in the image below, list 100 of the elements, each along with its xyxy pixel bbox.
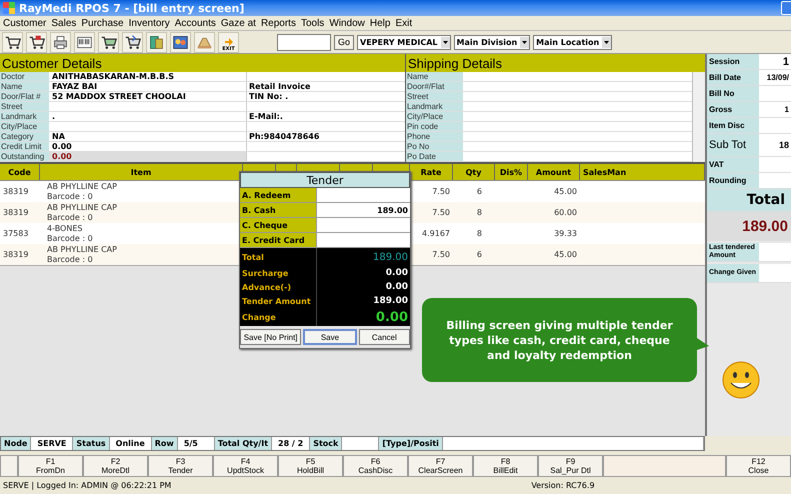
field-value: TIN No: .: [248, 92, 290, 101]
function-key-button[interactable]: F4 UpdtStock: [213, 455, 278, 477]
field-label: Name: [406, 72, 463, 81]
tender-label: A. Redeem: [240, 188, 317, 202]
column-header: Code: [0, 164, 40, 180]
toolbar-button[interactable]: [74, 32, 95, 52]
tender-input[interactable]: [317, 233, 410, 247]
function-key-button[interactable]: F7 ClearScreen: [408, 455, 473, 477]
arrow-icon: [224, 38, 234, 46]
field-label: City/Place: [0, 122, 49, 131]
callout-text: Billing screen giving multiple tender types like cash, credit card, cheque and loyalty redemption: [445, 318, 674, 362]
dialog-button[interactable]: Save [No Print]: [240, 329, 302, 345]
dropdown[interactable]: Main Division: [454, 34, 530, 50]
function-key-button[interactable]: F2 MoreDtl: [83, 455, 148, 477]
field-value: 0.00: [49, 152, 247, 161]
field-label: Door/Flat #: [0, 92, 49, 101]
table-cell-text: 38319: [2, 186, 30, 198]
menu-item[interactable]: Help: [368, 18, 394, 28]
toolbar-button[interactable]: [170, 32, 191, 52]
toolbar-button[interactable]: [26, 32, 47, 52]
field-label: Pin code: [406, 122, 463, 131]
status-label: Status: [73, 437, 110, 450]
section-header: Customer Details: [0, 54, 405, 72]
scrollbar[interactable]: [692, 72, 705, 162]
menu-item[interactable]: Customer: [2, 18, 50, 28]
total-value: 189.00: [372, 295, 409, 308]
summary-label: Sub Tot: [707, 134, 759, 156]
field-label: Doctor: [0, 72, 49, 81]
toolbar-button[interactable]: [122, 32, 143, 52]
tender-input[interactable]: [317, 188, 410, 202]
total-value: 189.00: [372, 250, 409, 264]
total-value: 0.00: [384, 267, 409, 280]
item-cell-text: AB PHYLLINE CAP Barcode : 0: [46, 244, 118, 265]
tender-input[interactable]: 189.00: [317, 203, 410, 217]
field-value: ANITHABASKARAN-M.B.B.S: [49, 72, 247, 81]
table-cell-text: 45.00: [553, 249, 578, 261]
table-cell-text: 7.50: [431, 207, 451, 219]
total-label: Surcharge: [240, 266, 317, 280]
dropdown[interactable]: VEPERY MEDICAL: [357, 34, 451, 50]
minimize-button[interactable]: [781, 1, 791, 15]
dropdown[interactable]: Main Location: [533, 34, 612, 50]
field-value: Retail Invoice: [248, 82, 312, 91]
total-label: Advance(-): [240, 280, 317, 294]
menu-item[interactable]: Window: [328, 18, 369, 28]
table-cell-text: 8: [476, 207, 483, 219]
menu-item[interactable]: Exit: [394, 18, 416, 28]
table-cell-text: 39.33: [553, 228, 578, 240]
field-value: 52 MADDOX STREET CHOOLAI: [49, 92, 247, 101]
field-value: NA: [49, 132, 247, 141]
table-cell-text: 7.50: [431, 249, 451, 261]
go-button[interactable]: Go: [334, 34, 354, 50]
menu-item[interactable]: Sales: [50, 18, 80, 28]
menu-item[interactable]: Gaze at: [220, 18, 260, 28]
value-field: [759, 243, 791, 261]
summary-value: 18: [759, 134, 791, 156]
function-key-button[interactable]: F6 CashDisc: [343, 455, 408, 477]
total-value: 0.00: [384, 281, 409, 294]
function-key-button[interactable]: F8 BillEdit: [473, 455, 538, 477]
toolbar-button[interactable]: [50, 32, 71, 52]
item-cell-text: AB PHYLLINE CAP Barcode : 0: [46, 202, 118, 223]
total-amount: 189.00: [707, 211, 791, 241]
field-label: Po Date: [406, 152, 463, 161]
toolbar-button[interactable]: [98, 32, 119, 52]
function-key-button[interactable]: F1 FromDn: [18, 455, 83, 477]
table-cell-text: 38319: [2, 207, 30, 219]
function-key-button[interactable]: F12 Close: [726, 455, 791, 477]
dialog-button[interactable]: Save: [303, 329, 357, 345]
summary-value: 1: [759, 54, 791, 69]
value-field: [759, 118, 791, 133]
toolbar-button[interactable]: [2, 32, 23, 52]
table-cell-text: 60.00: [553, 207, 578, 219]
window-title: RayMedi RPOS 7 - [bill entry screen]: [19, 2, 244, 14]
field-value: FAYAZ BAI: [49, 82, 247, 91]
field-value: E-Mail:.: [248, 112, 284, 121]
menu-item[interactable]: Inventory: [128, 18, 174, 28]
function-key-button[interactable]: F9 Sal_Pur Dtl: [538, 455, 603, 477]
value-field: [759, 86, 791, 101]
smiley-icon: [721, 360, 761, 400]
field-label: Street: [0, 102, 49, 111]
dialog-button[interactable]: Cancel: [358, 329, 410, 345]
menu-item[interactable]: Tools: [300, 18, 328, 28]
app-icon: [3, 2, 15, 14]
tender-input[interactable]: [317, 218, 410, 232]
column-header: Qty: [453, 164, 495, 180]
menu-item[interactable]: Accounts: [174, 18, 220, 28]
field-label: Landmark: [0, 112, 49, 121]
function-key-button[interactable]: F3 Tender: [148, 455, 213, 477]
status-label: Row: [152, 437, 178, 450]
value-field: [759, 157, 791, 172]
function-key-button[interactable]: F5 HoldBill: [278, 455, 343, 477]
table-cell-text: 38319: [2, 249, 30, 261]
status-label: [Type]/Positi: [379, 437, 443, 450]
printer-icon: [52, 34, 69, 50]
books-icon: [148, 34, 165, 50]
field-label: Street: [406, 92, 463, 101]
search-field[interactable]: [277, 34, 331, 50]
menu-item[interactable]: Purchase: [80, 18, 128, 28]
field-value: .: [49, 112, 247, 121]
tender-label: E. Credit Card: [240, 233, 317, 247]
menu-item[interactable]: Reports: [260, 18, 300, 28]
